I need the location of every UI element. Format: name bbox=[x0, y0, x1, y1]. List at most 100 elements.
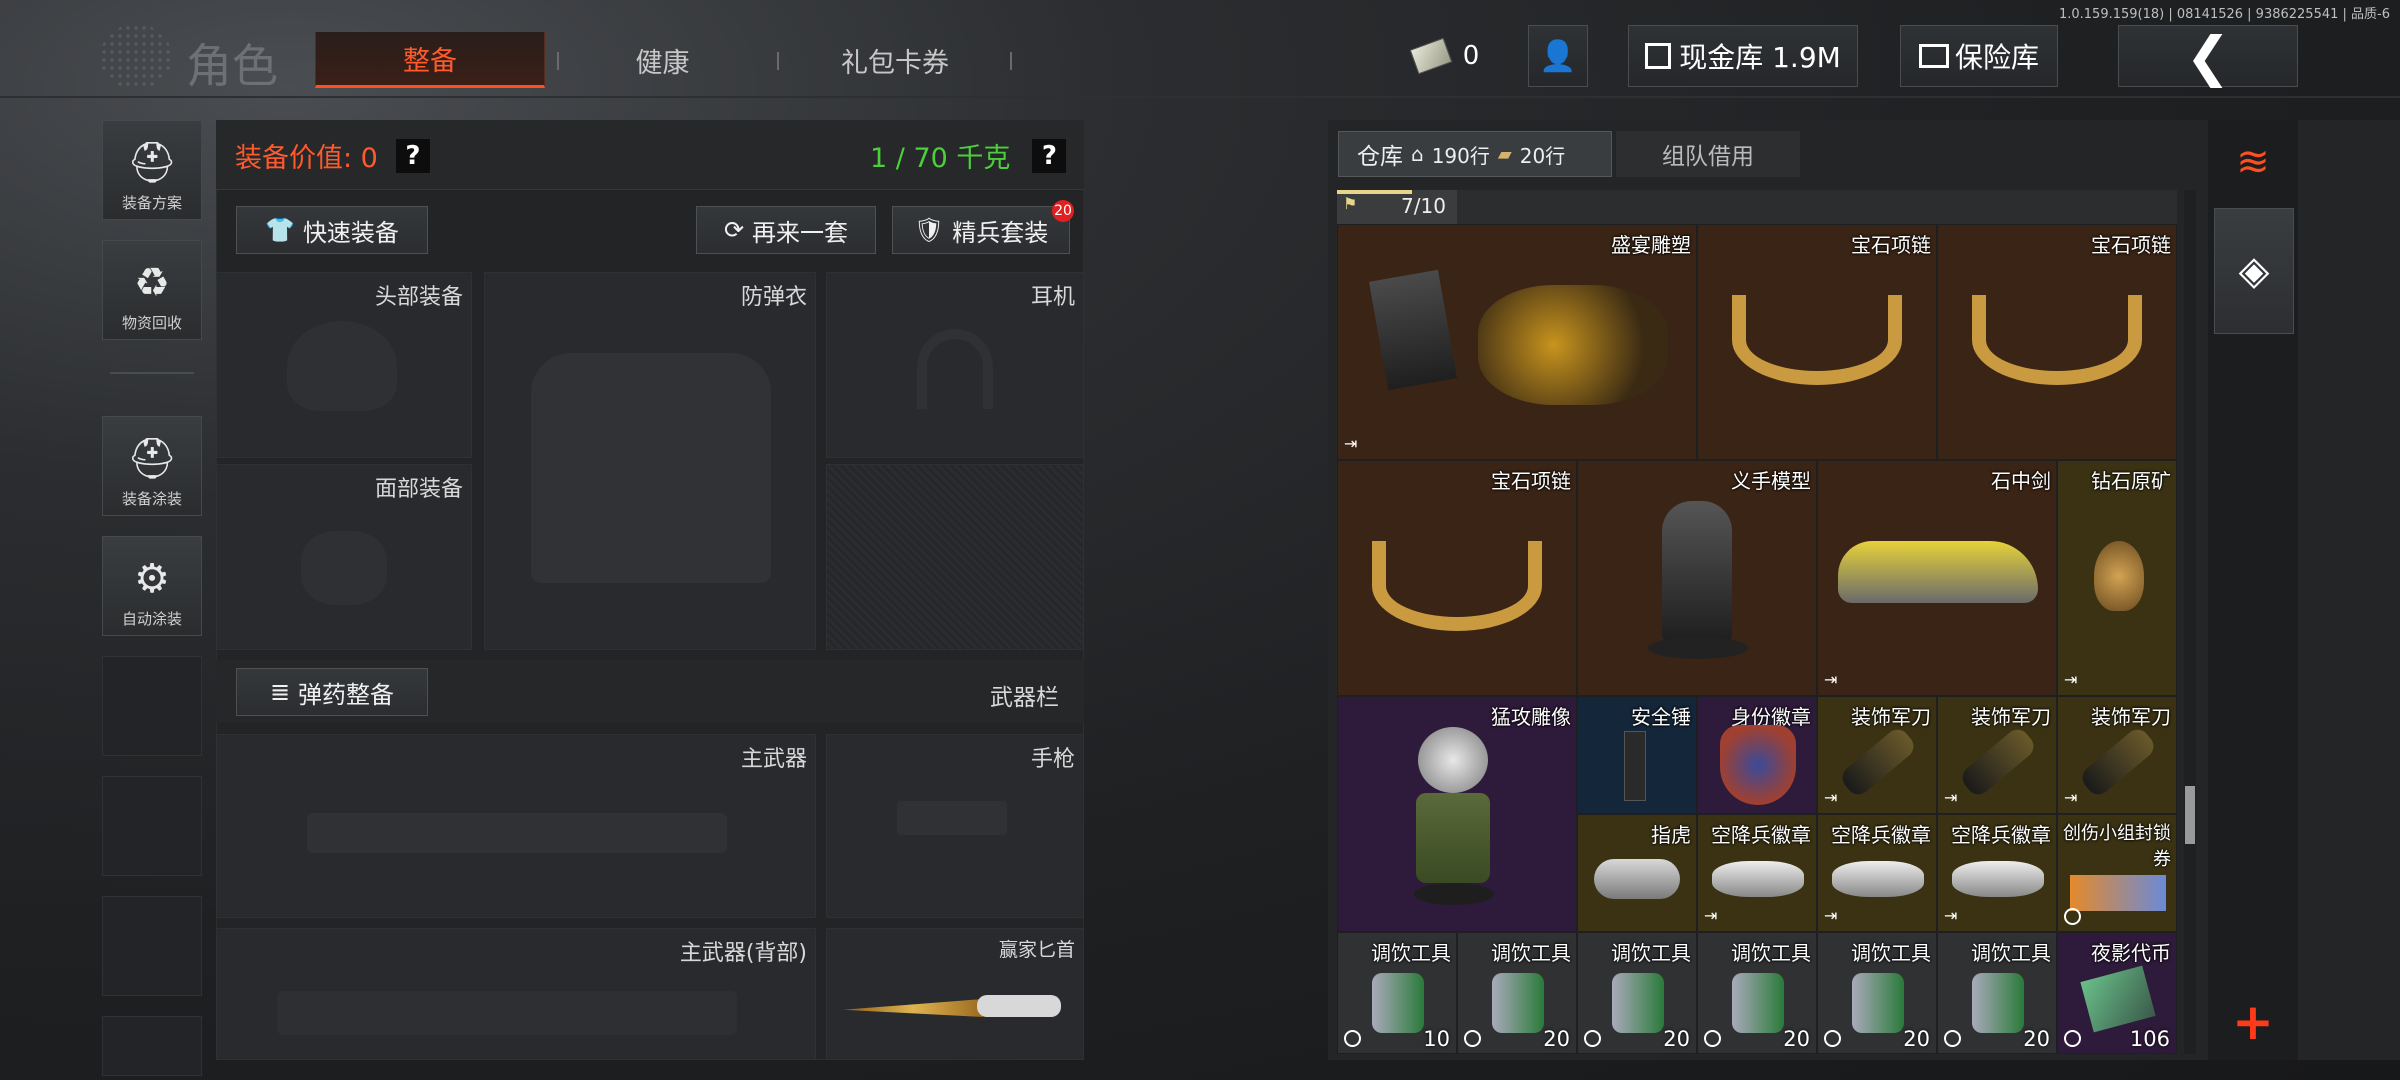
exit-icon: ⇥ bbox=[1824, 906, 1838, 925]
saber-icon bbox=[2077, 724, 2159, 800]
page-title: 角色 bbox=[186, 39, 278, 93]
storage-scrollbar[interactable] bbox=[2184, 190, 2196, 1054]
sidebar-empty-slot bbox=[102, 896, 202, 996]
team-borrow-tab[interactable]: 组队借用 bbox=[1616, 131, 1800, 177]
item-feast-sculpture[interactable]: 盛宴雕塑 ⇥ bbox=[1337, 224, 1697, 460]
item-drink-tool[interactable]: 调饮工具 20 bbox=[1457, 932, 1577, 1054]
sidebar-item-recycle[interactable]: ♻ 物资回收 bbox=[102, 240, 202, 340]
sidebar-item-auto-paint[interactable]: ⚙ 自动涂装 bbox=[102, 536, 202, 636]
storage-tab[interactable]: 仓库 ⌂ 190行 ▰ 20行 bbox=[1338, 131, 1612, 177]
item-decor-saber[interactable]: 装饰军刀 ⇥ bbox=[2057, 696, 2177, 814]
cash-vault-label: 现金库 1.9M bbox=[1679, 41, 1841, 74]
bottle-icon bbox=[1732, 973, 1784, 1033]
profile-button[interactable]: 👤 bbox=[1528, 25, 1588, 87]
item-knuckle-duster[interactable]: 指虎 bbox=[1577, 814, 1697, 932]
item-gem-necklace[interactable]: 宝石项链 bbox=[1697, 224, 1937, 460]
chevron-left-icon: ❮ bbox=[2185, 24, 2231, 88]
exit-icon: ⇥ bbox=[1824, 788, 1838, 807]
item-trauma-ticket[interactable]: 创伤小组封锁券 bbox=[2057, 814, 2177, 932]
knuckle-icon bbox=[1594, 859, 1680, 899]
item-paratrooper-badge[interactable]: 空降兵徽章 ⇥ bbox=[1697, 814, 1817, 932]
hand-model-icon bbox=[1662, 501, 1732, 641]
layer-download-button[interactable]: ◈ bbox=[2214, 208, 2294, 334]
item-count: 106 bbox=[2129, 1027, 2170, 1051]
saber-icon bbox=[1957, 724, 2039, 800]
item-sword-in-stone[interactable]: 石中剑 ⇥ bbox=[1817, 460, 2057, 696]
hammer-icon bbox=[1624, 731, 1646, 801]
recycle-icon: ♻ bbox=[134, 260, 170, 306]
app-root: 1.0.159.159(18) | 08141526 | 9386225541 … bbox=[0, 0, 2400, 1080]
tab-divider bbox=[1010, 52, 1012, 70]
slot-primary-label: 主武器 bbox=[740, 747, 807, 772]
item-gem-necklace[interactable]: 宝石项链 bbox=[1937, 224, 2177, 460]
tab-gift-cards[interactable]: 礼包卡券 bbox=[800, 32, 990, 88]
item-drink-tool[interactable]: 调饮工具 20 bbox=[1577, 932, 1697, 1054]
again-button[interactable]: ⟳ 再来一套 bbox=[696, 206, 876, 254]
sidebar-divider bbox=[110, 372, 194, 374]
item-drink-tool[interactable]: 调饮工具 20 bbox=[1697, 932, 1817, 1054]
quick-equip-button[interactable]: 👕 快速装备 bbox=[236, 206, 428, 254]
slot-head[interactable]: 头部装备 bbox=[216, 272, 472, 458]
bottle-icon bbox=[1972, 973, 2024, 1033]
add-button[interactable]: + bbox=[2214, 990, 2292, 1054]
exit-icon: ⇥ bbox=[2064, 670, 2078, 689]
necklace-icon bbox=[1732, 295, 1902, 385]
item-id-badge[interactable]: 身份徽章 bbox=[1697, 696, 1817, 814]
safe-vault-button[interactable]: 保险库 bbox=[1900, 25, 2058, 87]
ticket-card-icon bbox=[2070, 875, 2166, 911]
slot-earphone-label: 耳机 bbox=[1030, 285, 1075, 310]
item-name: 钻石原矿 bbox=[2091, 469, 2171, 493]
sidebar-item-equip-plan[interactable]: ⛑ 装备方案 bbox=[102, 120, 202, 220]
scrollbar-thumb[interactable] bbox=[2185, 786, 2195, 844]
elite-badge: 20 bbox=[1052, 200, 1074, 222]
slot-knife[interactable]: 赢家匕首 bbox=[826, 928, 1084, 1060]
stack-refresh-icon: ≋ bbox=[2236, 139, 2270, 185]
wings-badge-icon bbox=[1952, 861, 2044, 897]
item-safety-hammer[interactable]: 安全锤 bbox=[1577, 696, 1697, 814]
sidebar-item-paint[interactable]: ⛑ 装备涂装 bbox=[102, 416, 202, 516]
slot-primary[interactable]: 主武器 bbox=[216, 734, 816, 918]
item-drink-tool[interactable]: 调饮工具 20 bbox=[1937, 932, 2057, 1054]
slot-pistol[interactable]: 手枪 bbox=[826, 734, 1084, 918]
ammo-button[interactable]: ≣ 弹药整备 bbox=[236, 668, 428, 716]
knife-blade-icon bbox=[843, 999, 983, 1017]
slot-face[interactable]: 面部装备 bbox=[216, 464, 472, 650]
helmet-brush-icon: ⛑ bbox=[126, 436, 178, 482]
cash-vault-button[interactable]: 现金库 1.9M bbox=[1628, 25, 1858, 87]
item-name: 猛攻雕像 bbox=[1491, 705, 1571, 729]
item-prosthetic-hand[interactable]: 义手模型 bbox=[1577, 460, 1817, 696]
header-divider bbox=[0, 96, 2400, 98]
money-count: 0 bbox=[1462, 41, 1480, 71]
sidebar-item-label: 装备涂装 bbox=[121, 490, 182, 508]
tab-health[interactable]: 健康 bbox=[580, 32, 745, 88]
stack-sort-button[interactable]: ≋ bbox=[2214, 130, 2292, 194]
slot-primary-back[interactable]: 主武器(背部) bbox=[216, 928, 816, 1060]
value-help-button[interactable]: ? bbox=[395, 138, 430, 173]
layers-icon: ◈ bbox=[2238, 248, 2270, 294]
slot-earphone[interactable]: 耳机 bbox=[826, 272, 1084, 458]
elite-set-button[interactable]: 🛡 精兵套装 bbox=[892, 206, 1070, 254]
item-drink-tool[interactable]: 调饮工具 20 bbox=[1817, 932, 1937, 1054]
item-paratrooper-badge[interactable]: 空降兵徽章 ⇥ bbox=[1817, 814, 1937, 932]
item-decor-saber[interactable]: 装饰军刀 ⇥ bbox=[1817, 696, 1937, 814]
item-paratrooper-badge[interactable]: 空降兵徽章 ⇥ bbox=[1937, 814, 2057, 932]
back-button[interactable]: ❮ bbox=[2118, 24, 2298, 88]
plus-icon: + bbox=[2232, 993, 2274, 1051]
bottle-icon bbox=[1612, 973, 1664, 1033]
item-assault-statue[interactable]: 猛攻雕像 bbox=[1337, 696, 1577, 932]
slot-locked bbox=[826, 464, 1084, 650]
clock-icon bbox=[2064, 908, 2081, 925]
slot-vest[interactable]: 防弹衣 bbox=[484, 272, 816, 650]
clock-icon bbox=[1464, 1030, 1481, 1047]
weight-help-button[interactable]: ? bbox=[1032, 138, 1067, 173]
clock-icon bbox=[1704, 1030, 1721, 1047]
money-counter[interactable]: 0 bbox=[1402, 25, 1490, 87]
item-gem-necklace[interactable]: 宝石项链 bbox=[1337, 460, 1577, 696]
item-raw-diamond[interactable]: 钻石原矿 ⇥ bbox=[2057, 460, 2177, 696]
item-night-token[interactable]: 夜影代币 106 bbox=[2057, 932, 2177, 1054]
equipment-value: 装备价值: 0 ? bbox=[235, 136, 430, 175]
item-drink-tool[interactable]: 调饮工具 10 bbox=[1337, 932, 1457, 1054]
item-name: 石中剑 bbox=[1991, 469, 2051, 493]
tab-equip[interactable]: 整备 bbox=[315, 32, 545, 88]
item-decor-saber[interactable]: 装饰军刀 ⇥ bbox=[1937, 696, 2057, 814]
